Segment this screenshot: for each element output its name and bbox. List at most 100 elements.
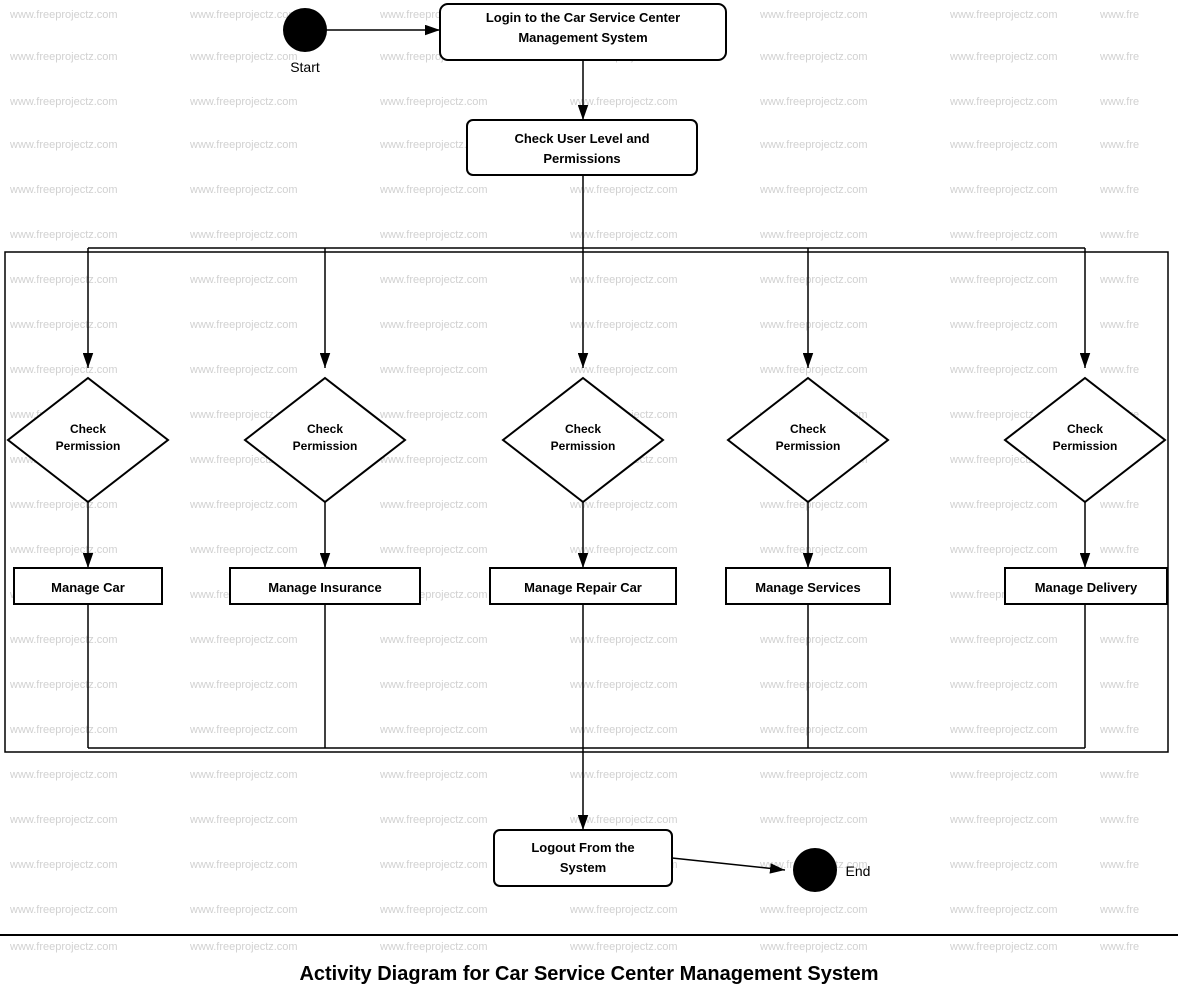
svg-text:www.freeprojectz.com: www.freeprojectz.com [189,139,298,151]
svg-text:www.freeprojectz.com: www.freeprojectz.com [9,499,118,511]
svg-text:www.freeprojectz.com: www.freeprojectz.com [569,904,678,916]
svg-text:www.freeprojectz.com: www.freeprojectz.com [569,814,678,826]
logout-text2: System [560,860,606,875]
svg-text:www.fre: www.fre [1099,96,1139,108]
svg-text:www.freeprojectz.com: www.freeprojectz.com [949,499,1058,511]
end-label: End [846,863,871,879]
svg-text:www.freeprojectz.com: www.freeprojectz.com [9,769,118,781]
svg-text:www.freeprojectz.com: www.freeprojectz.com [9,364,118,376]
svg-text:Check: Check [1067,422,1103,436]
svg-text:www.freeprojectz.com: www.freeprojectz.com [569,319,678,331]
svg-text:www.freeprojectz.com: www.freeprojectz.com [759,724,868,736]
svg-text:www.freeprojectz.com: www.freeprojectz.com [189,941,298,953]
svg-text:www.freeprojectz.com: www.freeprojectz.com [949,96,1058,108]
svg-text:www.freeprojectz.com: www.freeprojectz.com [9,139,118,151]
svg-text:www.freeprojectz.com: www.freeprojectz.com [759,229,868,241]
svg-text:www.fre: www.fre [1099,274,1139,286]
svg-text:www.freeprojectz.com: www.freeprojectz.com [379,679,488,691]
diagram-container: www.freeprojectz.com www.freeprojectz.co… [0,0,1178,989]
svg-text:www.freeprojectz.com: www.freeprojectz.com [9,814,118,826]
svg-text:www.fre: www.fre [1099,679,1139,691]
svg-text:www.freeprojectz.com: www.freeprojectz.com [379,454,488,466]
manage-insurance-text: Manage Insurance [268,580,381,595]
svg-text:www.fre: www.fre [1099,544,1139,556]
svg-text:www.freeprojectz.com: www.freeprojectz.com [9,184,118,196]
svg-text:www.freeprojectz.com: www.freeprojectz.com [379,769,488,781]
svg-text:www.freeprojectz.com: www.freeprojectz.com [189,96,298,108]
svg-text:www.freeprojectz.com: www.freeprojectz.com [759,319,868,331]
svg-text:www.freeprojectz.com: www.freeprojectz.com [189,319,298,331]
svg-text:www.freeprojectz.com: www.freeprojectz.com [759,96,868,108]
login-box-text2: Management System [518,30,647,45]
manage-delivery-text: Manage Delivery [1035,580,1138,595]
svg-text:www.freeprojectz.com: www.freeprojectz.com [189,814,298,826]
svg-text:www.freeprojectz.com: www.freeprojectz.com [189,364,298,376]
svg-text:www.freeprojectz.com: www.freeprojectz.com [379,364,488,376]
svg-text:Permission: Permission [56,439,121,453]
svg-text:Permission: Permission [293,439,358,453]
svg-text:www.freeprojectz.com: www.freeprojectz.com [759,184,868,196]
svg-text:www.freeprojectz.com: www.freeprojectz.com [949,769,1058,781]
svg-text:www.freeprojectz.com: www.freeprojectz.com [949,364,1058,376]
svg-text:www.freeprojectz.com: www.freeprojectz.com [189,274,298,286]
manage-services-text: Manage Services [755,580,861,595]
svg-text:www.freeprojectz.com: www.freeprojectz.com [379,409,488,421]
svg-text:www.freeprojectz.com: www.freeprojectz.com [569,364,678,376]
svg-text:www.freeprojectz.com: www.freeprojectz.com [569,544,678,556]
svg-text:www.freeprojectz.com: www.freeprojectz.com [569,679,678,691]
svg-text:www.freeprojectz.com: www.freeprojectz.com [379,96,488,108]
svg-text:www.freeprojectz.com: www.freeprojectz.com [569,96,678,108]
svg-text:www.freeprojectz.com: www.freeprojectz.com [759,769,868,781]
svg-text:www.freeprojectz.com: www.freeprojectz.com [9,724,118,736]
svg-text:www.freeprojectz.com: www.freeprojectz.com [9,319,118,331]
svg-text:www.fre: www.fre [1099,814,1139,826]
svg-text:www.freeprojectz.com: www.freeprojectz.com [949,634,1058,646]
svg-text:Permission: Permission [776,439,841,453]
svg-text:www.fre: www.fre [1099,499,1139,511]
svg-text:www.freeprojectz.com: www.freeprojectz.com [949,51,1058,63]
svg-text:www.freeprojectz.com: www.freeprojectz.com [759,274,868,286]
svg-text:www.freeprojectz.com: www.freeprojectz.com [569,724,678,736]
svg-text:www.freeprojectz.com: www.freeprojectz.com [759,679,868,691]
svg-text:www.freeprojectz.com: www.freeprojectz.com [759,544,868,556]
svg-text:www.freeprojectz.com: www.freeprojectz.com [9,941,118,953]
svg-text:www.freeprojectz.com: www.freeprojectz.com [569,941,678,953]
svg-text:www.fre: www.fre [1099,139,1139,151]
svg-text:www.freeprojectz.com: www.freeprojectz.com [9,274,118,286]
svg-text:www.freeprojectz.com: www.freeprojectz.com [569,229,678,241]
svg-text:www.fre: www.fre [1099,941,1139,953]
svg-text:www.freeprojectz.com: www.freeprojectz.com [759,139,868,151]
svg-text:www.freeprojectz.com: www.freeprojectz.com [9,634,118,646]
svg-text:www.freeprojectz.com: www.freeprojectz.com [759,941,868,953]
svg-text:www.freeprojectz.com: www.freeprojectz.com [379,319,488,331]
svg-text:www.freeprojectz.com: www.freeprojectz.com [949,544,1058,556]
svg-text:Check: Check [70,422,106,436]
svg-text:www.freeprojectz.com: www.freeprojectz.com [949,679,1058,691]
svg-text:www.freeprojectz.com: www.freeprojectz.com [9,859,118,871]
svg-text:www.freeprojectz.com: www.freeprojectz.com [949,859,1058,871]
svg-text:www.freeprojectz.com: www.freeprojectz.com [949,319,1058,331]
svg-text:www.fre: www.fre [1099,724,1139,736]
svg-text:www.freeprojectz.com: www.freeprojectz.com [379,814,488,826]
svg-text:www.freeprojectz.com: www.freeprojectz.com [949,724,1058,736]
svg-text:www.fre: www.fre [1099,904,1139,916]
svg-text:www.fre: www.fre [1099,9,1139,21]
svg-text:www.fre: www.fre [1099,769,1139,781]
svg-text:www.freeprojectz.com: www.freeprojectz.com [189,229,298,241]
svg-text:www.freeprojectz.com: www.freeprojectz.com [189,184,298,196]
svg-text:www.fre: www.fre [1099,184,1139,196]
svg-text:www.fre: www.fre [1099,51,1139,63]
check-user-text1: Check User Level and [514,131,649,146]
svg-text:www.freeprojectz.com: www.freeprojectz.com [569,634,678,646]
svg-text:www.freeprojectz.com: www.freeprojectz.com [189,499,298,511]
svg-text:Check: Check [307,422,343,436]
svg-text:www.freeprojectz.com: www.freeprojectz.com [379,724,488,736]
end-circle [793,848,837,892]
svg-text:www.freeprojectz.com: www.freeprojectz.com [759,499,868,511]
svg-text:www.freeprojectz.com: www.freeprojectz.com [949,941,1058,953]
start-label: Start [290,59,320,75]
svg-text:Permission: Permission [551,439,616,453]
svg-text:www.freeprojectz.com: www.freeprojectz.com [189,859,298,871]
login-box-text: Login to the Car Service Center [486,10,680,25]
svg-text:www.freeprojectz.com: www.freeprojectz.com [189,724,298,736]
